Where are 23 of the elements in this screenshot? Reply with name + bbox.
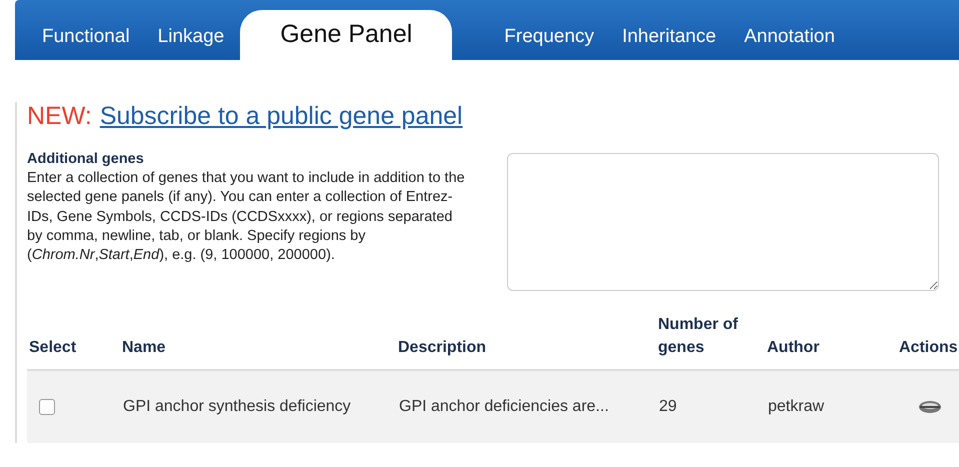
genes-input-field[interactable]	[507, 153, 939, 291]
tab[interactable]: Inheritance	[622, 14, 716, 60]
table-cell: petkraw	[768, 398, 824, 415]
table-cell: GPI anchor synthesis deficiency	[123, 398, 351, 415]
column-header: Select	[29, 339, 76, 356]
column-header: Author	[767, 339, 820, 356]
table-cell: GPI anchor deficiencies are...	[399, 398, 609, 415]
tab[interactable]: Gene Panel	[240, 10, 452, 60]
column-header: Actions	[899, 339, 958, 356]
section-title: Additional genes	[27, 151, 145, 167]
checkbox[interactable]	[39, 398, 55, 415]
column-header: Number of genes	[658, 315, 738, 358]
column-header: Description	[398, 339, 486, 356]
tab[interactable]: Annotation	[744, 14, 835, 60]
new-label: NEW:	[27, 102, 92, 130]
description-text: Enter a collection of genes that you want to include in addition to the selected gene panels (if any). You can enter a collection of Entrez-IDs, Gene Symbols, CCDS-IDs (CCDSxxxx), or regions separated by comma, newline, tab, or blank. Specify regions by (Chrom.Nr,Start,End), e.g. (9, 100000, 200000).	[27, 169, 466, 266]
eye-icon[interactable]	[918, 400, 942, 414]
tab[interactable]: Linkage	[158, 14, 224, 60]
table-cell: 29	[659, 398, 677, 415]
tab[interactable]: Frequency	[504, 14, 594, 60]
tab[interactable]: Functional	[42, 14, 130, 60]
subscribe-link[interactable]: Subscribe to a public gene panel	[100, 102, 463, 130]
column-header: Name	[122, 339, 166, 356]
